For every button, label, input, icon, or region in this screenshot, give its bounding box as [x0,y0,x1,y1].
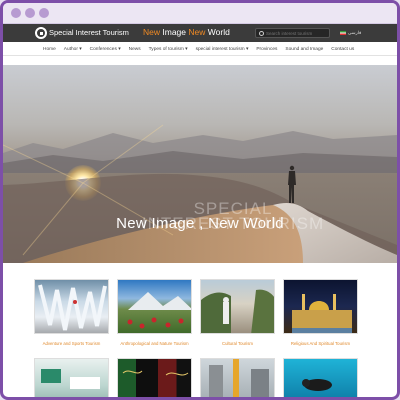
religious-thumbnail[interactable] [283,279,358,334]
window-maximize-icon[interactable] [39,8,49,18]
nav-item-types-of-tourism[interactable]: Types of tourism ▾ [149,47,188,52]
diving-thumbnail[interactable] [283,358,358,397]
nature-thumbnail[interactable] [117,279,192,334]
site-header: Special Interest Tourism New Image New W… [3,24,397,42]
nav-item-conferences[interactable]: Conferences ▾ [90,47,121,52]
language-switcher[interactable]: فارسی [340,30,361,36]
category-card[interactable]: Anthropological and Nature Tourism [117,279,192,346]
slogan-word: New [143,27,161,37]
cultural-thumbnail[interactable] [200,279,275,334]
category-card[interactable]: Cultural Tourism [200,279,275,346]
adventure-thumbnail[interactable] [34,279,109,334]
window-close-icon[interactable] [11,8,21,18]
site-brand[interactable]: Special Interest Tourism [49,28,129,37]
category-card[interactable] [117,358,192,397]
slogan-word: World [207,27,230,37]
category-card[interactable] [34,358,109,397]
category-label[interactable]: Anthropological and Nature Tourism [117,341,192,346]
calligraphy-thumbnail[interactable] [117,358,192,397]
category-label[interactable]: Cultural Tourism [200,341,275,346]
browser-frame: Special Interest Tourism New Image New W… [0,0,400,400]
nav-item-author[interactable]: Author ▾ [64,47,82,52]
nav-item-contact-us[interactable]: Contact us [331,47,354,52]
category-label[interactable]: Adventure and Sports Tourism [34,341,109,346]
main-navigation: Home Author ▾ Conferences ▾ News Types o… [3,42,397,56]
language-label: فارسی [348,30,362,35]
site-logo-icon[interactable] [35,27,47,39]
nav-item-sound-and-image[interactable]: Sound and Image [285,47,323,52]
slogan-word: New [188,27,206,37]
search-icon[interactable] [259,31,264,36]
category-card[interactable] [283,358,358,397]
site-slogan: New Image New World [143,27,230,37]
category-label[interactable]: Religious And Spiritual Tourism [283,341,358,346]
iran-flag-icon [340,30,346,35]
nav-item-home[interactable]: Home [43,47,56,52]
search-box [255,28,330,38]
desert-dunes [3,124,397,263]
hero-title: New Image , New World [116,215,284,232]
nav-item-special-interest-tourism[interactable]: special interest tourism ▾ [196,47,249,52]
medical-thumbnail[interactable] [34,358,109,397]
slogan-word: Image [162,27,187,37]
search-input[interactable] [266,29,328,37]
category-card[interactable]: Adventure and Sports Tourism [34,279,109,346]
hero-banner: SPECIAL INTEREST TOURISM New Image , New… [3,65,397,263]
category-card[interactable] [200,358,275,397]
window-titlebar [3,3,397,24]
nav-item-provinces[interactable]: Provinces [256,47,277,52]
category-card[interactable]: Religious And Spiritual Tourism [283,279,358,346]
hiker-silhouette [288,165,296,203]
urban-thumbnail[interactable] [200,358,275,397]
nav-item-news[interactable]: News [129,47,141,52]
window-minimize-icon[interactable] [25,8,35,18]
